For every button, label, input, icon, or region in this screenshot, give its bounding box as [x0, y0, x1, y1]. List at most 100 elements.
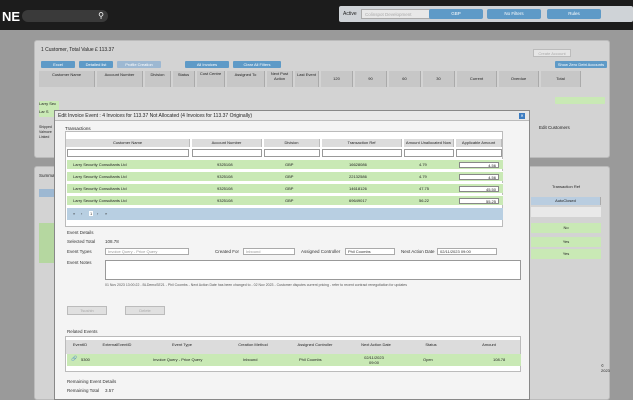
- th-account-number: Account Number: [192, 139, 262, 147]
- col-division: Division: [145, 71, 171, 87]
- left-tag-3: Shipped: [39, 125, 52, 129]
- row-amount-input[interactable]: 55.25: [459, 198, 499, 204]
- panel2-filter[interactable]: [531, 207, 601, 217]
- excel-button[interactable]: Excel: [41, 61, 75, 68]
- table-row[interactable]: Larry Security Consultants Ltd 9325108 G…: [67, 159, 503, 169]
- clear-filters-button[interactable]: Clear All Filters: [233, 61, 281, 68]
- col-status: Status: [173, 71, 195, 87]
- row-account: 9325108: [217, 162, 233, 167]
- left-tag-5: Linked: [39, 135, 50, 139]
- row-amount-input[interactable]: 45.50: [459, 186, 499, 192]
- rth-amount: Amount: [458, 340, 520, 354]
- row-ref: 69649017: [349, 198, 367, 203]
- row-amount-input[interactable]: 4.56: [459, 174, 499, 180]
- col-autoclosed: AutoClosed: [531, 197, 601, 205]
- edit-customers-button[interactable]: Edit Customers: [539, 125, 570, 130]
- global-search-input[interactable]: ⚲: [22, 10, 108, 22]
- row-division: GBP: [285, 198, 294, 203]
- row-ref: 16628086: [349, 162, 367, 167]
- event-details-label: Event Details: [67, 230, 94, 235]
- col-current: Current: [457, 71, 497, 87]
- th-transaction-ref: Transaction Ref: [322, 139, 402, 147]
- currency-button[interactable]: GBP: [429, 9, 483, 19]
- rel-status: Open: [423, 357, 433, 362]
- col-90: 90: [355, 71, 387, 87]
- panel2-row-1[interactable]: No: [531, 223, 601, 233]
- rth-creation-method: Creation Method: [224, 340, 282, 354]
- active-select[interactable]: Colinspot Development: [361, 9, 439, 19]
- col-next-post-action: Next Post Action: [267, 71, 293, 87]
- top-bar: NE ⚲ Active Colinspot Development GBP No…: [0, 0, 633, 30]
- filter-customer-name[interactable]: [67, 149, 189, 157]
- link-icon[interactable]: 🔗: [71, 356, 77, 362]
- page-number[interactable]: 1: [89, 211, 94, 216]
- panel2-row-3[interactable]: Yes: [531, 249, 601, 259]
- col-total: Total: [541, 71, 581, 87]
- close-icon[interactable]: ✕: [519, 113, 525, 119]
- panel2-left-header: [39, 189, 55, 197]
- remaining-event-label: Remaining Event Details: [67, 379, 117, 384]
- next-page-icon[interactable]: ›: [97, 211, 98, 216]
- copyright: © 2023: [601, 363, 610, 373]
- assigned-controller-label: Assigned Controller: [301, 249, 341, 254]
- filter-amount-unallocated[interactable]: [404, 149, 454, 157]
- related-events-label: Related Events: [67, 329, 98, 334]
- event-notes-label: Event Notes: [67, 260, 92, 265]
- row-customer-name: Larry Security Consultants Ltd: [73, 198, 127, 203]
- filter-transaction-ref[interactable]: [322, 149, 402, 157]
- rel-amount: 108.78: [493, 357, 506, 362]
- th-customer-name: Customer Name: [66, 139, 190, 147]
- panel2-left-rows: [39, 223, 55, 263]
- created-for-select[interactable]: Inbound: [243, 248, 295, 255]
- row-unalloc: 4.79: [419, 174, 427, 179]
- rel-event-id: 5300: [81, 357, 90, 362]
- show-zero-debt-button[interactable]: Show Zero Debt Accounts: [555, 61, 607, 68]
- prev-page-icon[interactable]: ‹: [81, 211, 82, 216]
- tsushin-button[interactable]: Tsushin: [67, 306, 107, 315]
- row-ref: 14618126: [349, 186, 367, 191]
- next-action-date-input[interactable]: 02/11/2023 09:00: [437, 248, 497, 255]
- customer-summary: 1 Customer, Total Value £ 113.37: [41, 47, 115, 53]
- last-page-icon[interactable]: »: [105, 211, 107, 216]
- detailed-list-button[interactable]: Detailed list: [79, 61, 113, 68]
- transactions-table: Customer Name Account Number Division Tr…: [65, 131, 503, 227]
- all-invoices-button[interactable]: All Invoices: [185, 61, 229, 68]
- dialog-title: Edit Invoice Event : 4 Invoices for 113.…: [55, 111, 529, 121]
- row-unalloc: 4.79: [419, 162, 427, 167]
- panel2-row-2[interactable]: Yes: [531, 237, 601, 247]
- event-notes-textarea[interactable]: [105, 260, 521, 280]
- table-row[interactable]: Larry Security Consultants Ltd 9325108 G…: [67, 171, 503, 181]
- create-account-button[interactable]: Create Account: [533, 49, 571, 57]
- delete-button[interactable]: Delete: [125, 306, 165, 315]
- row-unalloc: 56.22: [419, 198, 430, 203]
- event-type-select[interactable]: Invoice Query - Price Query: [105, 248, 189, 255]
- selected-total-value: 108.78: [105, 239, 119, 244]
- row-division: GBP: [285, 162, 294, 167]
- filter-account-number[interactable]: [192, 149, 262, 157]
- first-page-icon[interactable]: «: [73, 211, 75, 216]
- table-row[interactable]: Larry Security Consultants Ltd 9325108 G…: [67, 183, 503, 193]
- filters-button[interactable]: No Filters: [487, 9, 541, 19]
- rth-event-type: Event Type: [140, 340, 224, 354]
- rth-next-action-date: Next Action Date: [348, 340, 404, 354]
- row-amount-input[interactable]: 4.56: [459, 162, 499, 168]
- filter-applicable-amount[interactable]: [456, 149, 502, 157]
- rth-external-event-id: ExternalEventID: [94, 340, 140, 354]
- related-events-table: EventID ExternalEventID Event Type Creat…: [65, 336, 521, 372]
- col-transaction-ref: Transaction Ref: [551, 184, 581, 189]
- remaining-total-value: 3.57: [105, 388, 114, 393]
- row-account: 9325108: [217, 198, 233, 203]
- col-customer-name: Customer Name: [39, 71, 95, 87]
- related-event-row[interactable]: 🔗 5300 Invoice Query - Price Query Inbou…: [67, 354, 521, 366]
- rules-button[interactable]: Rules: [547, 9, 601, 19]
- left-tag-1: Larry Sec: [39, 101, 59, 109]
- profile-creation-button[interactable]: Profile Creation: [117, 61, 161, 68]
- left-tag-4: Valmore: [39, 130, 52, 134]
- filter-division[interactable]: [264, 149, 320, 157]
- table-row[interactable]: Larry Security Consultants Ltd 9325108 G…: [67, 195, 503, 205]
- row-customer-name: Larry Security Consultants Ltd: [73, 162, 127, 167]
- rth-status: Status: [404, 340, 458, 354]
- assigned-controller-select[interactable]: Phil Coombs: [345, 248, 395, 255]
- search-icon: ⚲: [98, 11, 104, 20]
- row-division: GBP: [285, 174, 294, 179]
